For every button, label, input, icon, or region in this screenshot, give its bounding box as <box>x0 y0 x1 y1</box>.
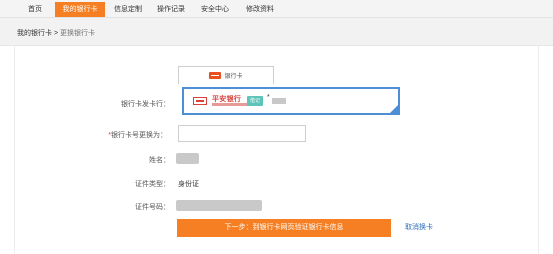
breadcrumb: 我的银行卡 > 更换银行卡 <box>0 24 553 44</box>
panel-left-border <box>14 46 15 254</box>
breadcrumb-parent[interactable]: 我的银行卡 <box>17 30 52 37</box>
next-step-button[interactable]: 下一步：到银行卡网页验证银行卡信息 <box>177 219 391 237</box>
new-card-number-input[interactable] <box>178 125 306 142</box>
nav-operation-log[interactable]: 操作记录 <box>151 2 191 17</box>
nav-home[interactable]: 首页 <box>17 2 53 17</box>
bank-name-english-mark <box>212 103 248 106</box>
top-navigation: 首页 我的银行卡 信息定制 操作记录 安全中心 修改资料 <box>0 0 553 18</box>
selected-check-corner-icon <box>390 105 398 113</box>
breadcrumb-current: 更换银行卡 <box>60 30 95 37</box>
name-label: 姓名： <box>149 157 170 164</box>
nav-my-bank-cards[interactable]: 我的银行卡 <box>55 2 105 17</box>
card-number-prefix: * <box>267 94 270 101</box>
breadcrumb-separator: > <box>53 30 59 37</box>
nav-security-center[interactable]: 安全中心 <box>195 2 235 17</box>
name-value-masked <box>176 153 199 164</box>
tab-bank-card[interactable]: 银行卡 <box>178 66 274 84</box>
selected-bank-card[interactable]: 平安银行 借记 * <box>182 87 400 115</box>
nav-edit-profile[interactable]: 修改资料 <box>240 2 280 17</box>
cancel-change-card-link[interactable]: 取消换卡 <box>405 222 433 232</box>
new-card-label: *银行卡号更换为： <box>87 130 167 140</box>
id-number-label: 证件号码： <box>135 204 170 211</box>
panel-right-border <box>538 46 539 254</box>
card-number-masked <box>272 98 286 104</box>
nav-info-customize[interactable]: 信息定制 <box>108 2 148 17</box>
id-type-label: 证件类型： <box>135 181 170 188</box>
bank-card-icon <box>209 72 222 79</box>
id-number-masked <box>176 200 262 211</box>
new-card-label-text: 银行卡号更换为： <box>111 132 167 139</box>
tab-label: 银行卡 <box>224 74 243 80</box>
ping-an-bank-logo-icon <box>193 97 207 105</box>
bank-label: 银行卡发卡行： <box>121 101 170 108</box>
id-type-value: 身份证 <box>178 181 199 188</box>
card-type-badge: 借记 <box>247 96 263 106</box>
